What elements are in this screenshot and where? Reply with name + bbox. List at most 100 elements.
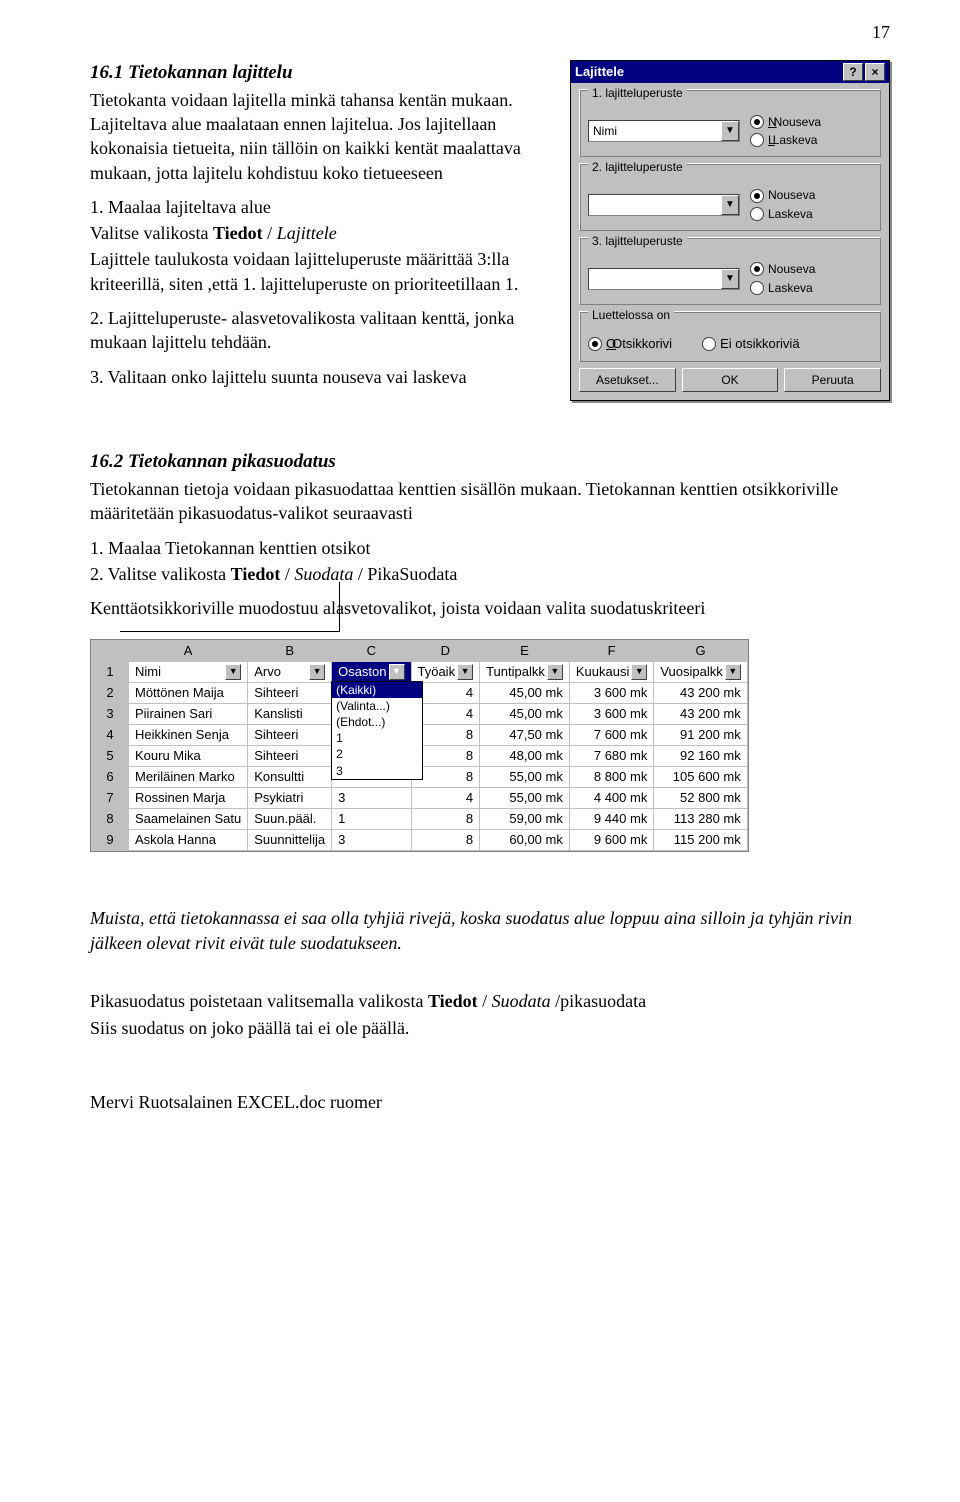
cell[interactable]: Möttönen Maija [129, 682, 248, 703]
cell[interactable]: 113 280 mk [654, 808, 747, 829]
filter-header-arvo[interactable]: Arvo▼ [248, 661, 332, 682]
dialog-titlebar[interactable]: Lajittele ? × [571, 61, 889, 83]
cell[interactable]: 9 600 mk [569, 829, 653, 850]
chevron-down-icon[interactable]: ▼ [631, 664, 647, 680]
cell[interactable]: 92 160 mk [654, 745, 747, 766]
corner-cell[interactable] [92, 640, 129, 661]
cell[interactable]: 1 [332, 808, 411, 829]
filter-opt-selection[interactable]: (Valinta...) [332, 698, 422, 714]
col-letter[interactable]: B [248, 640, 332, 661]
col-letter[interactable]: E [480, 640, 570, 661]
cell[interactable]: Sihteeri [248, 745, 332, 766]
chevron-down-icon[interactable]: ▼ [725, 664, 741, 680]
row-number[interactable]: 6 [92, 766, 129, 787]
settings-button[interactable]: Asetukset... [579, 368, 676, 392]
cell[interactable]: 105 600 mk [654, 766, 747, 787]
sortkey3-asc-radio[interactable]: Nouseva [750, 261, 815, 277]
cell[interactable]: Saamelainen Satu [129, 808, 248, 829]
filter-opt-2[interactable]: 2 [332, 746, 422, 762]
cell[interactable]: 52 800 mk [654, 787, 747, 808]
filter-opt-all[interactable]: (Kaikki) [332, 682, 422, 698]
filter-header-nimi[interactable]: Nimi▼ [129, 661, 248, 682]
ok-button[interactable]: OK [682, 368, 779, 392]
cell[interactable]: 45,00 mk [480, 703, 570, 724]
cancel-button[interactable]: Peruuta [784, 368, 881, 392]
cell[interactable]: Suun.pääl. [248, 808, 332, 829]
cell[interactable]: 43 200 mk [654, 682, 747, 703]
sortkey2-desc-radio[interactable]: Laskeva [750, 206, 815, 222]
filter-header-vuosipalkka[interactable]: Vuosipalkk▼ [654, 661, 747, 682]
chevron-down-icon[interactable]: ▼ [721, 121, 739, 141]
help-icon[interactable]: ? [843, 63, 863, 81]
close-icon[interactable]: × [865, 63, 885, 81]
cell[interactable]: Heikkinen Senja [129, 724, 248, 745]
chevron-down-icon[interactable]: ▼ [721, 269, 739, 289]
cell[interactable]: 47,50 mk [480, 724, 570, 745]
filter-opt-3[interactable]: 3 [332, 763, 422, 779]
cell[interactable]: 55,00 mk [480, 766, 570, 787]
cell[interactable]: Sihteeri [248, 682, 332, 703]
col-letter[interactable]: D [411, 640, 480, 661]
chevron-down-icon[interactable]: ▼ [721, 195, 739, 215]
header-row-radio[interactable]: OOtsikkorivi [588, 335, 672, 353]
cell[interactable]: 7 600 mk [569, 724, 653, 745]
row-number[interactable]: 1 [92, 661, 129, 682]
filter-header-osaston[interactable]: Osaston▼ (Kaikki) (Valinta...) (Ehdot...… [332, 661, 411, 682]
filter-opt-conditions[interactable]: (Ehdot...) [332, 714, 422, 730]
row-number[interactable]: 2 [92, 682, 129, 703]
cell[interactable]: Kanslisti [248, 703, 332, 724]
row-number[interactable]: 4 [92, 724, 129, 745]
sortkey1-asc-radio[interactable]: NNouseva [750, 114, 821, 130]
row-number[interactable]: 8 [92, 808, 129, 829]
sortkey2-asc-radio[interactable]: Nouseva [750, 187, 815, 203]
cell[interactable]: 4 400 mk [569, 787, 653, 808]
cell[interactable]: Meriläinen Marko [129, 766, 248, 787]
cell[interactable]: 8 [411, 829, 480, 850]
cell[interactable]: 7 680 mk [569, 745, 653, 766]
cell[interactable]: 55,00 mk [480, 787, 570, 808]
cell[interactable]: Piirainen Sari [129, 703, 248, 724]
col-letter[interactable]: F [569, 640, 653, 661]
filter-opt-1[interactable]: 1 [332, 730, 422, 746]
cell[interactable]: Rossinen Marja [129, 787, 248, 808]
cell[interactable]: 3 [332, 829, 411, 850]
chevron-down-icon[interactable]: ▼ [389, 664, 405, 680]
cell[interactable]: 3 600 mk [569, 703, 653, 724]
cell[interactable]: Konsultti [248, 766, 332, 787]
cell[interactable]: Askola Hanna [129, 829, 248, 850]
cell[interactable]: Sihteeri [248, 724, 332, 745]
row-number[interactable]: 9 [92, 829, 129, 850]
sortkey3-combo[interactable]: ▼ [588, 268, 740, 290]
cell[interactable]: 3 600 mk [569, 682, 653, 703]
cell[interactable]: 91 200 mk [654, 724, 747, 745]
filter-header-tuntipalkka[interactable]: Tuntipalkk▼ [480, 661, 570, 682]
sortkey2-combo[interactable]: ▼ [588, 194, 740, 216]
cell[interactable]: 48,00 mk [480, 745, 570, 766]
chevron-down-icon[interactable]: ▼ [309, 664, 325, 680]
chevron-down-icon[interactable]: ▼ [547, 664, 563, 680]
col-letter[interactable]: G [654, 640, 747, 661]
cell[interactable]: 60,00 mk [480, 829, 570, 850]
cell[interactable]: Psykiatri [248, 787, 332, 808]
row-number[interactable]: 5 [92, 745, 129, 766]
cell[interactable]: 45,00 mk [480, 682, 570, 703]
cell[interactable]: 8 [411, 808, 480, 829]
cell[interactable]: 59,00 mk [480, 808, 570, 829]
cell[interactable]: 43 200 mk [654, 703, 747, 724]
filter-header-kuukausi[interactable]: Kuukausi▼ [569, 661, 653, 682]
row-number[interactable]: 7 [92, 787, 129, 808]
filter-dropdown[interactable]: (Kaikki) (Valinta...) (Ehdot...) 1 2 3 [331, 681, 423, 780]
cell[interactable]: 4 [411, 787, 480, 808]
sortkey3-desc-radio[interactable]: Laskeva [750, 280, 815, 296]
no-header-row-radio[interactable]: Ei otsikkoriviä [702, 335, 799, 353]
chevron-down-icon[interactable]: ▼ [457, 664, 473, 680]
cell[interactable]: 115 200 mk [654, 829, 747, 850]
cell[interactable]: 3 [332, 787, 411, 808]
col-letter[interactable]: C [332, 640, 411, 661]
filter-header-tyoaika[interactable]: Työaik▼ [411, 661, 480, 682]
col-letter[interactable]: A [129, 640, 248, 661]
cell[interactable]: Suunnittelija [248, 829, 332, 850]
chevron-down-icon[interactable]: ▼ [225, 664, 241, 680]
sortkey1-combo[interactable]: Nimi ▼ [588, 120, 740, 142]
cell[interactable]: 8 800 mk [569, 766, 653, 787]
